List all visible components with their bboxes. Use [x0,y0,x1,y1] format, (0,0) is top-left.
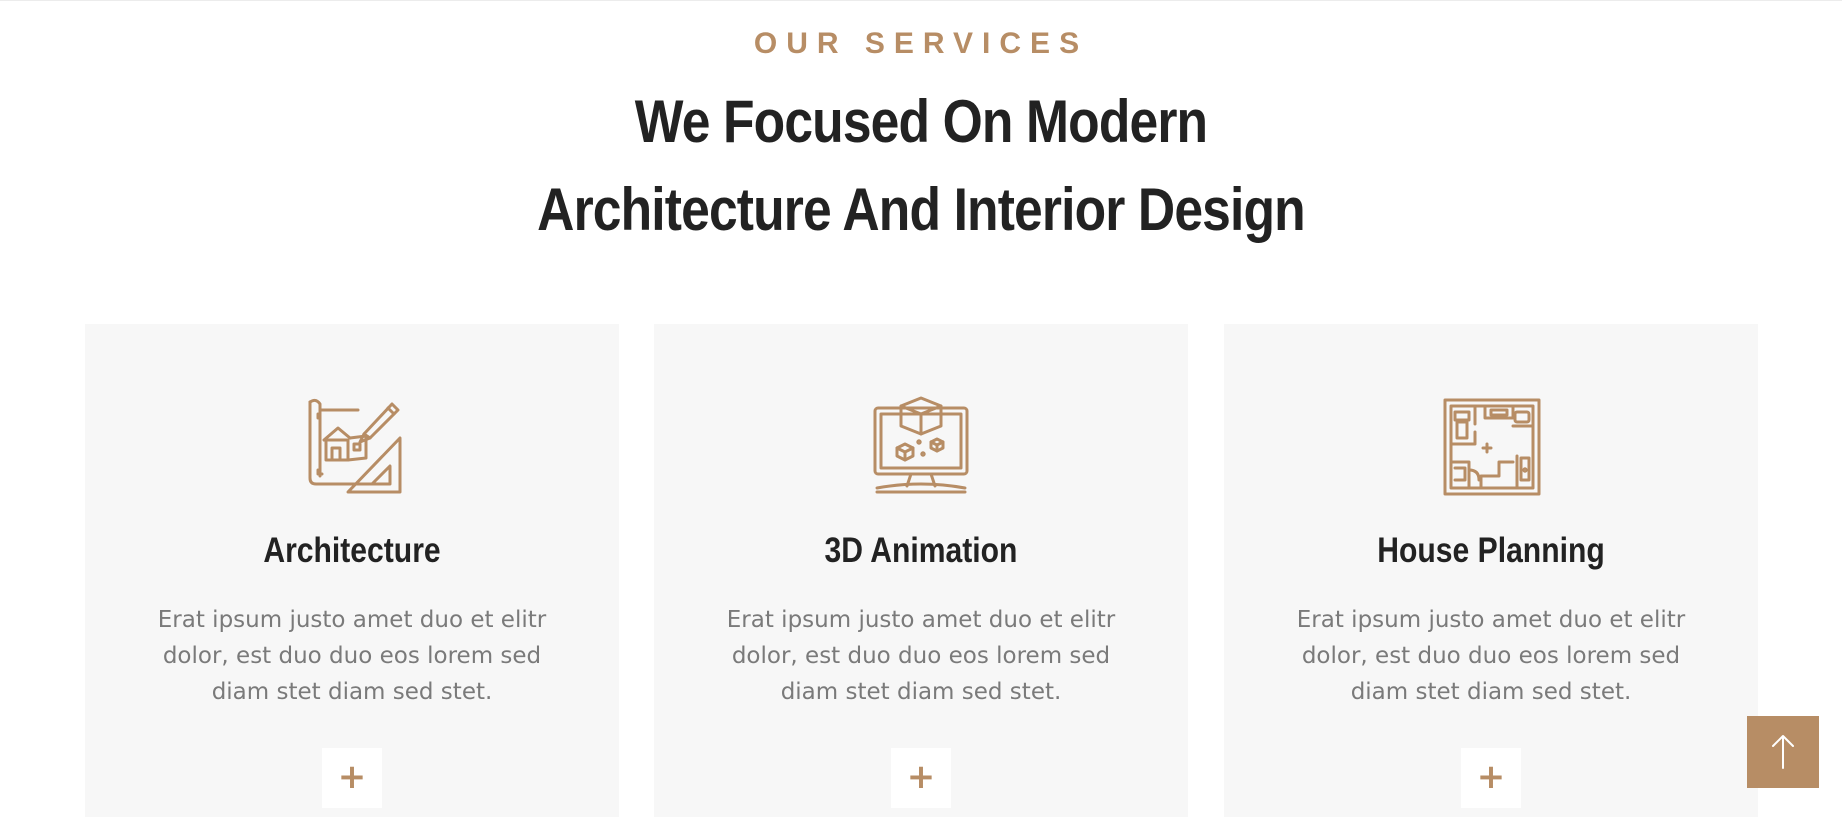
back-to-top-button[interactable] [1747,716,1819,788]
headline-line-1: We Focused On Modern [634,88,1208,155]
service-card-architecture: Architecture Erat ipsum justo amet duo e… [85,324,619,817]
desc-line: diam stet diam sed stet. [1350,679,1632,705]
desc-line: Erat ipsum justo amet duo et elitr [726,607,1116,633]
desc-line: diam stet diam sed stet. [211,679,493,705]
arrow-up-icon [1772,735,1794,769]
headline-line-2: Architecture And Interior Design [537,176,1305,243]
architecture-blueprint-icon [302,396,402,496]
service-card-house-planning: House Planning Erat ipsum justo amet duo… [1224,324,1758,817]
card-title: Architecture [263,531,441,570]
3d-animation-monitor-icon [871,396,971,496]
desc-line: dolor, est duo duo eos lorem sed [1301,643,1681,669]
desc-line: Erat ipsum justo amet duo et elitr [1296,607,1686,633]
floor-plan-icon [1441,396,1541,496]
service-card-3d-animation: 3D Animation Erat ipsum justo amet duo e… [654,324,1188,817]
top-divider [0,0,1842,1]
card-description: Erat ipsum justo amet duo et elitr dolor… [721,602,1121,710]
section-eyebrow: OUR SERVICES [753,27,1089,60]
card-title: 3D Animation [824,531,1018,570]
card-description: Erat ipsum justo amet duo et elitr dolor… [152,602,552,710]
section-headline: We Focused On Modern Architecture And In… [129,78,1713,254]
desc-line: dolor, est duo duo eos lorem sed [162,643,542,669]
card-title: House Planning [1377,531,1605,570]
desc-line: diam stet diam sed stet. [780,679,1062,705]
plus-button[interactable]: + [1461,748,1521,808]
desc-line: Erat ipsum justo amet duo et elitr [157,607,547,633]
plus-button[interactable]: + [322,748,382,808]
desc-line: dolor, est duo duo eos lorem sed [731,643,1111,669]
plus-button[interactable]: + [891,748,951,808]
card-description: Erat ipsum justo amet duo et elitr dolor… [1291,602,1691,710]
